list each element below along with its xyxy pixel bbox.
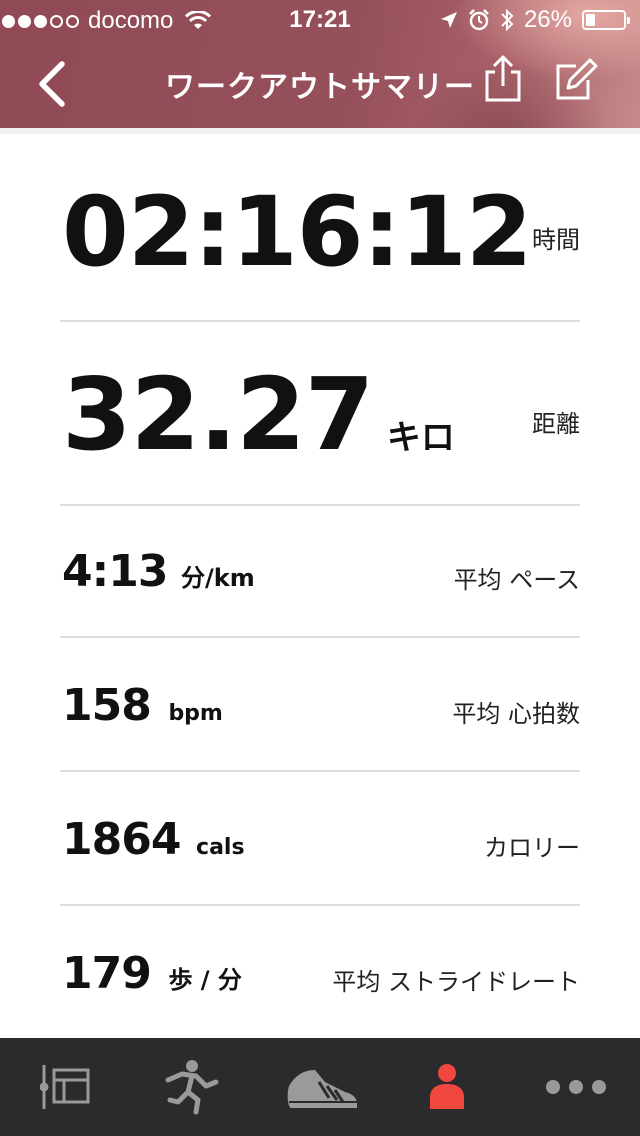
- shoe-icon: [287, 1070, 357, 1108]
- more-icon: [546, 1080, 606, 1094]
- stat-unit: キロ: [386, 418, 455, 458]
- edit-icon: [556, 58, 598, 100]
- stat-row-pace: 4:13 分/km 平均 ペース: [60, 504, 580, 638]
- bluetooth-icon: [501, 8, 514, 32]
- location-arrow-icon: [440, 12, 457, 28]
- stat-value: 158: [62, 680, 152, 731]
- tab-workout[interactable]: [152, 1038, 232, 1136]
- stat-label: 平均 心拍数: [452, 700, 580, 728]
- battery-icon: [582, 10, 630, 30]
- stat-value: 1864: [62, 814, 181, 865]
- stat-unit: 歩 / 分: [168, 966, 242, 994]
- stat-value: 02:16:12: [62, 176, 533, 288]
- status-bar: docomo 17:21 26%: [0, 0, 640, 40]
- page-title: ワークアウトサマリー: [165, 70, 475, 105]
- stat-label: 平均 ペース: [453, 566, 580, 594]
- tab-more[interactable]: [538, 1038, 614, 1136]
- stat-row-distance: 32.27 キロ 距離: [60, 320, 580, 506]
- stat-unit: cals: [196, 835, 245, 860]
- share-icon: [485, 55, 521, 102]
- stat-label: 時間: [532, 226, 580, 254]
- log-icon: [40, 1065, 90, 1109]
- stat-row-heart-rate: 158 bpm 平均 心拍数: [60, 638, 580, 772]
- share-button[interactable]: [480, 54, 526, 104]
- alarm-clock-icon: [469, 9, 489, 31]
- battery-percent: 26%: [523, 6, 572, 33]
- stat-label: 距離: [532, 410, 580, 438]
- stat-unit: bpm: [168, 701, 223, 726]
- stat-label: 平均 ストライドレート: [332, 968, 580, 996]
- stat-value: 179: [62, 948, 152, 999]
- tab-gear[interactable]: [280, 1038, 364, 1136]
- stat-unit: 分/km: [181, 564, 255, 592]
- tab-profile[interactable]: [414, 1038, 480, 1136]
- tab-log[interactable]: [28, 1038, 104, 1136]
- header-bar: docomo 17:21 26% ワークアウトサマリー: [0, 0, 640, 128]
- stat-label: カロリー: [484, 834, 580, 862]
- tab-bar: [0, 1038, 640, 1136]
- stat-row-calories: 1864 cals カロリー: [60, 772, 580, 906]
- stat-value: 32.27: [62, 356, 374, 473]
- edit-button[interactable]: [552, 56, 598, 104]
- stat-row-time: 02:16:12 時間: [60, 134, 580, 322]
- stat-value: 4:13: [62, 546, 168, 597]
- profile-icon: [430, 1064, 464, 1109]
- stat-row-stride-rate: 179 歩 / 分 平均 ストライドレート: [60, 906, 580, 1038]
- runner-icon: [165, 1060, 219, 1115]
